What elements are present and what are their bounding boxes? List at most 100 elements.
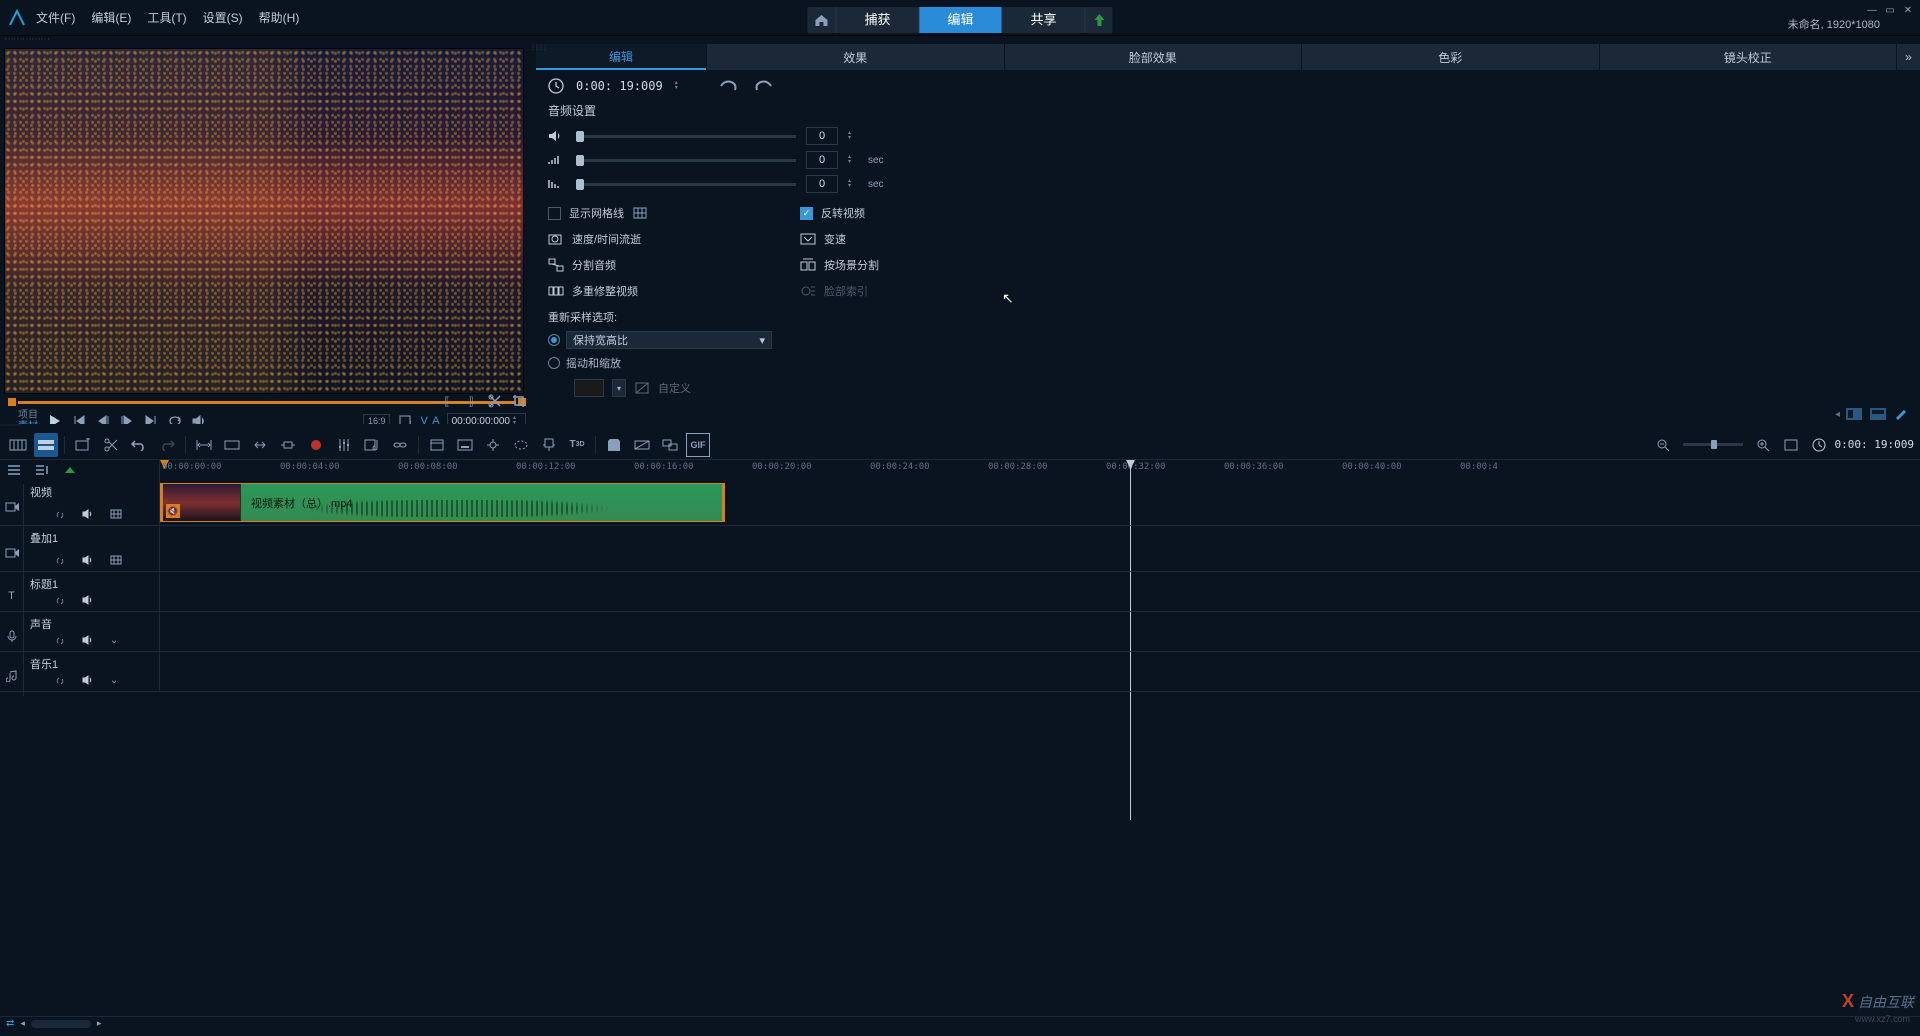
redo-button[interactable] [155,433,179,457]
zoom-in-icon[interactable] [1751,433,1775,457]
track-header-overlay[interactable]: 叠加1 [0,526,160,572]
footer-layout1-icon[interactable] [1846,408,1864,422]
custom-color-swatch[interactable] [574,379,604,397]
redo-icon[interactable] [753,78,775,94]
timeline-ruler[interactable]: 00:00:00:00 00:00:04:00 00:00:08:00 00:0… [160,460,1920,480]
volume-spinner[interactable]: ▴▾ [848,131,856,141]
split-scissors-icon[interactable] [486,392,504,410]
scissors-icon[interactable] [99,433,123,457]
vertical-splitter[interactable] [530,44,536,424]
fadeout-spinner[interactable]: ▴▾ [848,179,856,189]
home-button[interactable] [807,7,835,33]
track-mute-icon[interactable] [82,635,94,647]
clip-mute-icon[interactable]: 🔇 [166,504,180,518]
variable-speed-button[interactable]: 变速 [800,231,1052,247]
list-collapse-icon[interactable] [34,458,50,482]
export-up-icon[interactable] [1085,7,1113,33]
fadeout-value[interactable] [806,175,838,193]
speed-timelapse-button[interactable]: 速度/时间流逝 [548,231,800,247]
close-button[interactable]: ✕ [1902,4,1914,16]
undo-icon[interactable] [719,78,741,94]
volume-slider[interactable] [576,135,796,138]
track-disable-icon[interactable] [110,509,122,521]
motion-mask-icon[interactable] [509,433,533,457]
menu-help[interactable]: 帮助(H) [259,9,300,26]
duration-spinner[interactable]: ▴▾ [675,81,683,91]
undo-button[interactable] [127,433,151,457]
track-link-icon[interactable] [54,675,66,687]
add-clip-icon[interactable] [71,433,95,457]
track-disable-icon[interactable] [110,555,122,567]
timeline-scrollbar[interactable]: ⇄ ◂ ▸ [0,1016,1920,1030]
zoom-fit-icon[interactable] [1779,433,1803,457]
show-gridlines-option[interactable]: 显示网格线 [548,205,800,221]
scroll-thumb[interactable] [31,1020,91,1028]
slide-icon[interactable] [276,433,300,457]
mark-out-icon[interactable]: ⟧ [462,392,480,410]
pan-zoom-icon[interactable] [658,433,682,457]
track-header-sound[interactable]: 声音 ⌄ [0,612,160,652]
track-mute-icon[interactable] [82,555,94,567]
subtab-color[interactable]: 色彩 [1301,44,1599,70]
scroll-right-icon[interactable]: ▸ [97,1018,102,1029]
subtab-face[interactable]: 脸部效果 [1004,44,1302,70]
track-mute-icon[interactable] [82,675,94,687]
footer-layout2-icon[interactable] [1870,408,1888,422]
custom-color-dropdown[interactable]: ▾ [612,379,626,397]
track-header-video[interactable]: 视频 [0,480,160,526]
scrub-bar[interactable]: ⟦ ⟧ [4,396,530,408]
chain-icon[interactable] [388,433,412,457]
maximize-button[interactable]: ▭ [1884,4,1896,16]
menu-file[interactable]: 文件(F) [36,9,75,26]
auto-music-icon[interactable] [360,433,384,457]
marker-icon[interactable] [537,433,561,457]
track-link-icon[interactable] [54,509,66,521]
track-link-icon[interactable] [54,555,66,567]
gif-icon[interactable]: GIF [686,433,710,457]
title-lane[interactable] [160,572,1920,612]
menu-settings[interactable]: 设置(S) [203,9,243,26]
mixer-icon[interactable] [332,433,356,457]
clip-duration[interactable]: 0:00: 19:009 [576,79,663,93]
slip-icon[interactable] [248,433,272,457]
t3d-icon[interactable]: T3D [565,433,589,457]
scrollbar-toggle-icon[interactable]: ⇄ [6,1018,14,1029]
mode-edit[interactable]: 编辑 [918,7,1001,33]
subtab-edit[interactable]: 编辑 [536,44,706,70]
sound-lane[interactable] [160,612,1920,652]
scrub-in-marker[interactable] [8,398,16,406]
video-lane[interactable]: 🔇 视频素材（总）.mp4 [160,480,1920,526]
mark-in-icon[interactable]: ⟦ [438,392,456,410]
track-lanes[interactable]: 🔇 视频素材（总）.mp4 [160,480,1920,692]
preview-viewport[interactable] [4,48,524,394]
zoom-out-icon[interactable] [1651,433,1675,457]
track-mute-icon[interactable] [82,509,94,521]
fadein-value[interactable] [806,151,838,169]
track-link-icon[interactable] [54,595,66,607]
footer-collapse-icon[interactable]: ◂ [1835,409,1840,420]
timeline-view-icon[interactable] [34,433,58,457]
multi-trim-button[interactable]: 多重修整视频 [548,283,800,299]
chapter-icon[interactable] [425,433,449,457]
mode-share[interactable]: 共享 [1002,7,1085,33]
list-menu-icon[interactable] [6,458,22,482]
tracks-up-icon[interactable] [62,458,78,482]
record-icon[interactable] [304,433,328,457]
show-gridlines-checkbox[interactable] [548,207,561,220]
trim-in-out-icon[interactable] [192,433,216,457]
snapshot-icon[interactable] [602,433,626,457]
overlay-lane[interactable] [160,526,1920,572]
minimize-button[interactable]: — [1866,4,1878,16]
transition-icon[interactable] [630,433,654,457]
track-expand-icon[interactable]: ⌄ [110,675,118,687]
fit-project-icon[interactable] [220,433,244,457]
track-header-music[interactable]: 音乐1 ⌄ [0,652,160,692]
storyboard-view-icon[interactable] [6,433,30,457]
subtab-lens[interactable]: 镜头校正 [1599,44,1897,70]
track-link-icon[interactable] [54,635,66,647]
fadeout-slider[interactable] [576,183,796,186]
volume-value[interactable] [806,127,838,145]
split-audio-button[interactable]: 分割音频 [548,257,800,273]
fadein-slider[interactable] [576,159,796,162]
reverse-video-option[interactable]: ✓ 反转视频 [800,205,1052,221]
